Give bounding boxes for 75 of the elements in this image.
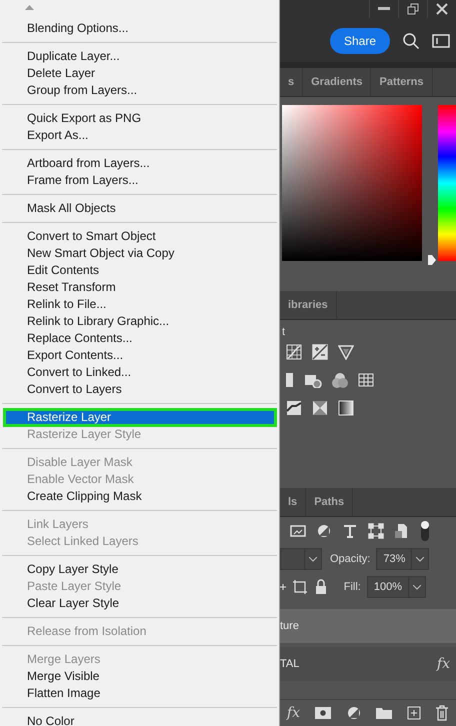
opacity-field[interactable]: 73% xyxy=(376,548,430,570)
gradient-icon[interactable] xyxy=(338,400,354,416)
menu-item[interactable]: Convert to Layers xyxy=(4,381,276,398)
panel-tab[interactable]: Patterns xyxy=(371,68,433,96)
menu-item[interactable]: No Color xyxy=(4,713,276,726)
mask-icon[interactable] xyxy=(314,706,332,720)
image-icon[interactable] xyxy=(290,523,306,539)
fill-field[interactable]: 100% xyxy=(366,576,426,598)
document-icon[interactable] xyxy=(394,523,410,539)
layer-row[interactable]: ture xyxy=(280,609,456,643)
fill-label: Fill: xyxy=(342,581,361,593)
panel-icon[interactable] xyxy=(432,34,450,48)
menu-item[interactable]: Copy Layer Style xyxy=(4,561,276,578)
menu-item[interactable]: Artboard from Layers... xyxy=(4,155,276,172)
folder-icon[interactable] xyxy=(375,706,394,720)
channel-mixer-icon[interactable] xyxy=(332,372,348,388)
menu-item[interactable]: Create Clipping Mask xyxy=(4,488,276,505)
menu-item[interactable]: Blending Options... xyxy=(4,20,276,37)
menu-item[interactable]: Flatten Image xyxy=(4,685,276,702)
menu-item[interactable]: Duplicate Layer... xyxy=(4,48,276,65)
menu-item[interactable]: Rasterize Layer xyxy=(4,409,276,426)
square-icon[interactable] xyxy=(286,372,294,388)
menu-item[interactable]: Replace Contents... xyxy=(4,330,276,347)
menu-item[interactable]: Relink to File... xyxy=(4,296,276,313)
minimize-icon[interactable] xyxy=(378,7,390,11)
grid-icon[interactable] xyxy=(358,372,374,388)
slider-thumb[interactable] xyxy=(428,255,436,265)
menu-item[interactable]: Reset Transform xyxy=(4,279,276,296)
layer-name: TAL xyxy=(280,658,300,670)
gradient-map-icon[interactable] xyxy=(312,400,328,416)
panel-tab[interactable]: Gradients xyxy=(303,68,372,96)
menu-item[interactable]: New Smart Object via Copy xyxy=(4,245,276,262)
panel-title: t xyxy=(281,326,286,338)
caret-icon xyxy=(309,556,317,562)
layer-row[interactable]: TAL fx xyxy=(280,647,456,681)
restore-icon[interactable] xyxy=(407,3,419,15)
menu-item[interactable]: Frame from Layers... xyxy=(4,172,276,189)
type-icon[interactable] xyxy=(342,523,358,539)
search-icon[interactable] xyxy=(402,32,420,50)
lock-icon[interactable] xyxy=(314,579,328,595)
caret-icon xyxy=(413,584,421,590)
effects-label[interactable]: fx xyxy=(436,656,450,672)
opacity-label: Opacity: xyxy=(329,553,370,565)
menu-item[interactable]: Export As... xyxy=(4,127,276,144)
panel-tab[interactable]: Paths xyxy=(306,488,354,516)
menu-item[interactable]: Clear Layer Style xyxy=(4,595,276,612)
transform-icon[interactable] xyxy=(368,523,384,539)
menu-item[interactable]: Export Contents... xyxy=(4,347,276,364)
menu-item[interactable]: Mask All Objects xyxy=(4,200,276,217)
caret-icon xyxy=(416,556,424,562)
menu-item[interactable]: Convert to Smart Object xyxy=(4,228,276,245)
panel-tab[interactable]: s xyxy=(280,68,304,96)
menu-item[interactable]: Quick Export as PNG xyxy=(4,110,276,127)
share-button[interactable]: Share xyxy=(330,28,390,54)
threshold-icon[interactable] xyxy=(286,400,302,416)
plus-icon[interactable] xyxy=(280,583,286,591)
panel-tab[interactable]: ls xyxy=(280,488,306,516)
curves-icon[interactable] xyxy=(286,344,302,360)
layer-name: ture xyxy=(280,620,299,632)
close-icon[interactable] xyxy=(436,3,448,15)
toggle-icon[interactable] xyxy=(420,520,430,542)
adjustment-icon[interactable] xyxy=(346,705,362,721)
menu-item[interactable]: Edit Contents xyxy=(4,262,276,279)
menu-item[interactable]: Delete Layer xyxy=(4,65,276,82)
trash-icon[interactable] xyxy=(435,705,450,721)
menu-item[interactable]: Group from Layers... xyxy=(4,82,276,99)
menu-item[interactable]: Convert to Linked... xyxy=(4,364,276,381)
effects-button[interactable]: fx xyxy=(286,705,300,721)
exposure-icon[interactable] xyxy=(312,344,328,360)
menu-item[interactable]: Relink to Library Graphic... xyxy=(4,313,276,330)
adjustment-icon[interactable] xyxy=(316,523,332,539)
triangle-icon[interactable] xyxy=(338,344,354,360)
color-field[interactable] xyxy=(282,105,422,261)
new-layer-icon[interactable] xyxy=(407,706,422,720)
menu-item[interactable]: Merge Visible xyxy=(4,668,276,685)
